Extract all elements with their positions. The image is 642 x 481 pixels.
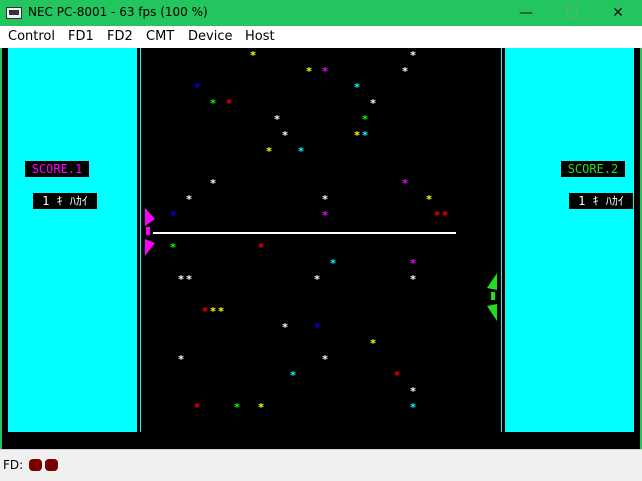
- star-4: *: [401, 65, 409, 78]
- star-12: *: [281, 129, 289, 142]
- player-ships: [145, 208, 497, 321]
- minimize-button[interactable]: —: [503, 0, 549, 26]
- star-47: *: [257, 401, 265, 414]
- menu-control[interactable]: Control: [8, 29, 55, 44]
- emulator-screen[interactable]: SCORE.1 1 ｷ ﾊｶｲ SCORE.2 1 ｷ ﾊｶｲ * * * * * * * *…: [0, 48, 642, 449]
- player2-ship: [487, 273, 497, 321]
- close-button[interactable]: ✕: [595, 0, 641, 26]
- star-40: *: [177, 353, 185, 366]
- fd2-led-indicator: [45, 459, 58, 471]
- star-25: *: [441, 209, 449, 222]
- star-46: *: [233, 401, 241, 414]
- menu-host[interactable]: Host: [245, 29, 275, 44]
- menu-bar: Control FD1 FD2 CMT Device Host: [0, 26, 642, 48]
- window-title: NEC PC-8001 - 63 fps (100 %): [28, 5, 208, 19]
- star-15: *: [265, 145, 273, 158]
- star-17: *: [209, 177, 217, 190]
- title-bar[interactable]: NEC PC-8001 - 63 fps (100 %) — ☐ ✕: [0, 0, 642, 26]
- star-9: *: [369, 97, 377, 110]
- star-39: *: [369, 337, 377, 350]
- star-10: *: [273, 113, 281, 126]
- star-8: *: [225, 97, 233, 110]
- star-23: *: [321, 209, 329, 222]
- fd-status-label: FD:: [3, 458, 24, 472]
- pc8001-app-icon: [6, 7, 22, 19]
- star-32: *: [313, 273, 321, 286]
- star-7: *: [209, 97, 217, 110]
- star-41: *: [321, 353, 329, 366]
- player1-ship: [145, 208, 155, 256]
- star-31: *: [185, 273, 193, 286]
- star-2: *: [305, 65, 313, 78]
- star-6: *: [353, 81, 361, 94]
- star-45: *: [193, 401, 201, 414]
- status-bar: FD:: [0, 449, 642, 481]
- star-24: *: [433, 209, 441, 222]
- menu-fd2[interactable]: FD2: [107, 29, 133, 44]
- star-48: *: [409, 401, 417, 414]
- menu-device[interactable]: Device: [188, 29, 232, 44]
- star-21: *: [425, 193, 433, 206]
- star-38: *: [313, 321, 321, 334]
- star-19: *: [185, 193, 193, 206]
- star-1: *: [409, 49, 417, 62]
- star-34: *: [201, 305, 209, 318]
- maximize-button[interactable]: ☐: [549, 0, 595, 26]
- star-28: *: [329, 257, 337, 270]
- star-16: *: [297, 145, 305, 158]
- star-0: *: [249, 49, 257, 62]
- star-3: *: [321, 65, 329, 78]
- star-33: *: [409, 273, 417, 286]
- star-22: *: [169, 209, 177, 222]
- star-26: *: [169, 241, 177, 254]
- star-5: *: [193, 81, 201, 94]
- menu-fd1[interactable]: FD1: [68, 29, 94, 44]
- star-27: *: [257, 241, 265, 254]
- star-13: *: [353, 129, 361, 142]
- star-42: *: [289, 369, 297, 382]
- star-20: *: [321, 193, 329, 206]
- star-37: *: [281, 321, 289, 334]
- menu-cmt[interactable]: CMT: [146, 29, 174, 44]
- star-36: *: [217, 305, 225, 318]
- star-30: *: [177, 273, 185, 286]
- emulator-window: NEC PC-8001 - 63 fps (100 %) — ☐ ✕ Contr…: [0, 0, 642, 481]
- star-43: *: [393, 369, 401, 382]
- star-35: *: [209, 305, 217, 318]
- star-29: *: [409, 257, 417, 270]
- star-14: *: [361, 129, 369, 142]
- star-44: *: [409, 385, 417, 398]
- star-11: *: [361, 113, 369, 126]
- fd1-led-indicator: [29, 459, 42, 471]
- star-18: *: [401, 177, 409, 190]
